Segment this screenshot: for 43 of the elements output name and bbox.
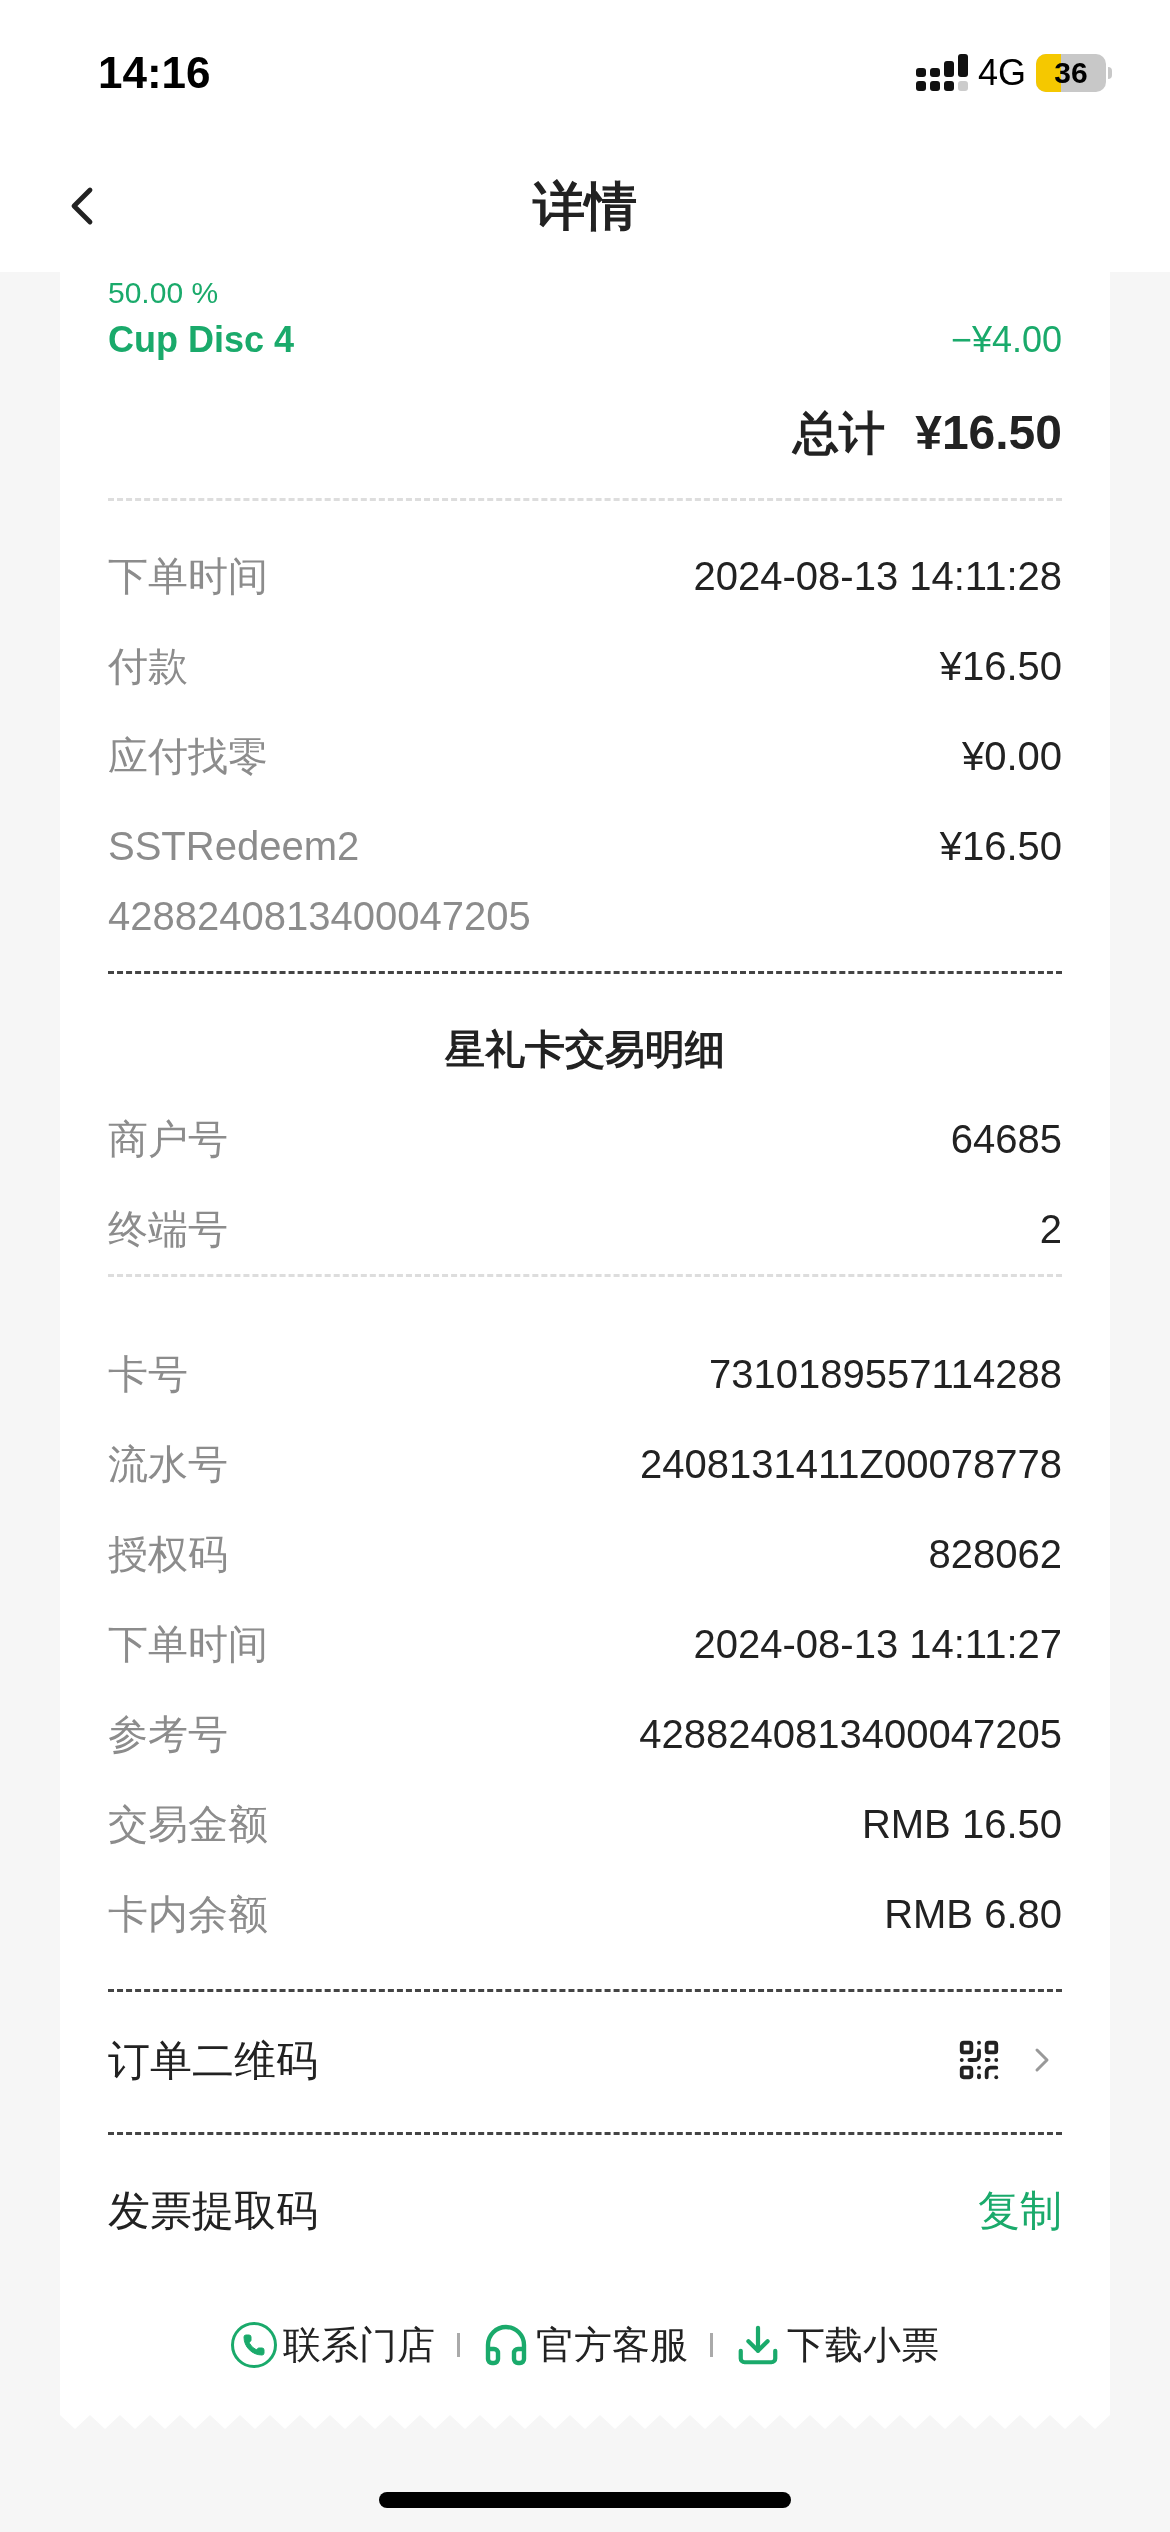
footer-link[interactable]: 下载小票: [735, 2316, 939, 2374]
row-value: ¥16.50: [939, 643, 1062, 690]
row-value: 64685: [950, 1116, 1062, 1163]
page-title: 详情: [533, 176, 637, 237]
discount-rate: 50.00 %: [108, 274, 219, 311]
footer-link[interactable]: 联系门店: [231, 2316, 435, 2374]
network-label: 4G: [977, 51, 1026, 95]
row-value: 7310189557114288: [709, 1351, 1062, 1398]
row-value: RMB 6.80: [884, 1891, 1062, 1938]
footer-link[interactable]: 官方客服: [482, 2316, 688, 2374]
row-value: 2: [1039, 1206, 1062, 1253]
row-value: 4288240813400047205: [639, 1711, 1062, 1758]
payment-reference: 4288240813400047205: [108, 893, 531, 940]
row-label: 流水号: [108, 1441, 228, 1488]
invoice-code-label: 发票提取码: [108, 2185, 318, 2236]
row-label: 卡内余额: [108, 1891, 268, 1938]
row-label: 交易金额: [108, 1801, 268, 1848]
row-value: ¥0.00: [961, 733, 1062, 780]
row-value: 828062: [928, 1531, 1062, 1578]
section-title: 星礼卡交易明细: [445, 1026, 725, 1073]
row-value: 2408131411Z00078778: [640, 1441, 1062, 1488]
status-time: 14:16: [98, 47, 211, 99]
row-value: RMB 16.50: [861, 1801, 1062, 1848]
total-label: 总计: [793, 405, 886, 461]
row-label: 商户号: [108, 1116, 228, 1163]
row-label: SSTRedeem2: [108, 823, 360, 870]
row-value: 2024-08-13 14:11:27: [693, 1621, 1062, 1668]
row-label: 终端号: [108, 1206, 228, 1253]
signal-icon: [915, 54, 968, 92]
row-label: 付款: [108, 643, 188, 690]
row-value: ¥16.50: [939, 823, 1062, 870]
row-label: 卡号: [108, 1351, 188, 1398]
row-label: 授权码: [108, 1531, 228, 1578]
discount-amount: −¥4.00: [950, 318, 1062, 362]
order-qr-row[interactable]: 订单二维码: [108, 2020, 1062, 2100]
row-label: 参考号: [108, 1711, 228, 1758]
phone-icon: [231, 2322, 277, 2368]
total-amount: ¥16.50: [915, 405, 1062, 461]
row-label: 应付找零: [108, 733, 268, 780]
row-label: 下单时间: [108, 553, 268, 600]
row-label: 下单时间: [108, 1621, 268, 1668]
discount-name: Cup Disc 4: [108, 318, 295, 362]
row-value: 2024-08-13 14:11:28: [693, 553, 1062, 600]
